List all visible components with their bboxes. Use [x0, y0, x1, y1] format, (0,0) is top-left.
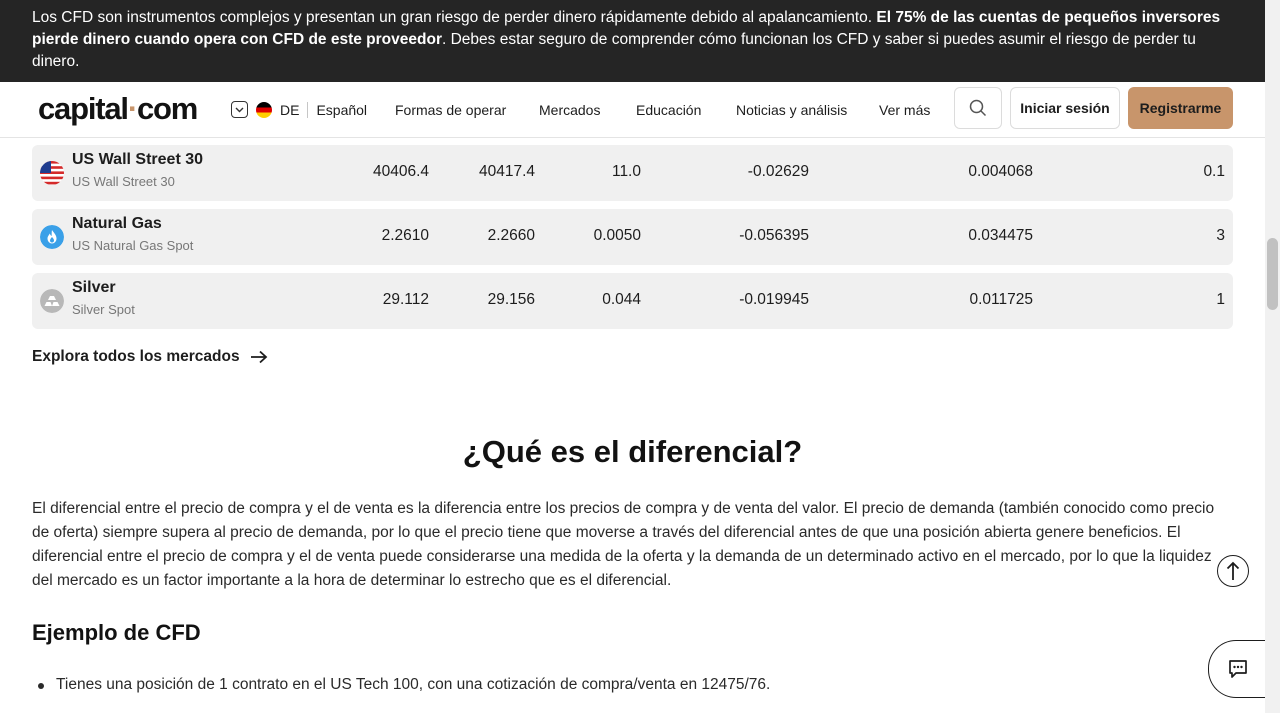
country-code: DE — [280, 101, 300, 118]
chat-icon — [1228, 660, 1247, 678]
silver-bars-icon — [40, 289, 64, 313]
search-icon — [969, 99, 987, 117]
search-button[interactable] — [954, 87, 1002, 129]
section-title: ¿Qué es el diferencial? — [462, 434, 803, 469]
chat-button[interactable] — [1208, 640, 1270, 698]
long-overnight-fee: -0.019945 — [739, 291, 809, 308]
nav-noticias-y-analisis[interactable]: Noticias y análisis — [736, 102, 847, 118]
site-header: capital·com DE Español Formas de operar … — [0, 82, 1265, 138]
short-overnight-fee: 0.004068 — [968, 163, 1033, 180]
logo-text-1: capital — [38, 91, 129, 126]
nav-educacion[interactable]: Educación — [636, 102, 701, 118]
scroll-to-top-button[interactable] — [1217, 555, 1249, 587]
capital-com-logo[interactable]: capital·com — [38, 91, 198, 127]
language-label: Español — [316, 101, 368, 118]
market-row[interactable]: Natural Gas US Natural Gas Spot 2.2610 2… — [32, 209, 1233, 265]
market-name: Natural Gas — [72, 215, 162, 232]
divider — [307, 101, 309, 118]
market-name: Silver — [72, 279, 116, 296]
register-button[interactable]: Registrarme — [1128, 87, 1233, 129]
market-row[interactable]: US Wall Street 30 US Wall Street 30 4040… — [32, 145, 1233, 201]
bullet-marker — [38, 683, 44, 689]
section-paragraph: El diferencial entre el precio de compra… — [32, 500, 1215, 589]
min-trade-size: 1 — [1216, 291, 1225, 308]
gas-flame-icon — [40, 225, 64, 249]
short-overnight-fee: 0.011725 — [969, 291, 1034, 308]
risk-text: Los CFD son instrumentos complejos y pre… — [32, 9, 877, 26]
market-subtitle: Silver Spot — [72, 302, 135, 317]
explore-label: Explora todos los mercados — [32, 348, 240, 365]
buy-price: 2.2660 — [487, 227, 535, 244]
login-button[interactable]: Iniciar sesión — [1010, 87, 1120, 129]
germany-flag-icon — [256, 101, 272, 118]
logo-text-2: com — [136, 91, 198, 126]
spread-value: 0.0050 — [593, 227, 641, 244]
min-trade-size: 0.1 — [1203, 163, 1225, 180]
spread-value: 11.0 — [611, 163, 641, 180]
market-subtitle: US Natural Gas Spot — [72, 238, 194, 253]
buy-price: 29.156 — [487, 291, 535, 308]
section-subtitle: Ejemplo de CFD — [32, 620, 201, 645]
us-flag-icon — [40, 161, 64, 185]
spread-value: 0.044 — [602, 291, 641, 308]
sell-price: 2.2610 — [381, 227, 429, 244]
min-trade-size: 3 — [1216, 227, 1225, 244]
risk-warning-banner: Los CFD son instrumentos complejos y pre… — [0, 0, 1265, 82]
market-subtitle: US Wall Street 30 — [72, 174, 175, 189]
sell-price: 40406.4 — [372, 163, 429, 180]
sell-price: 29.112 — [382, 291, 429, 308]
market-name: US Wall Street 30 — [72, 151, 204, 168]
list-item: Tienes una posición de 1 contrato en el … — [56, 676, 771, 693]
market-row[interactable]: Silver Silver Spot 29.112 29.156 0.044 -… — [32, 273, 1233, 329]
arrow-right-icon — [250, 350, 267, 364]
scrollbar-thumb[interactable] — [1267, 238, 1278, 310]
chevron-down-icon — [231, 101, 248, 118]
long-overnight-fee: -0.056395 — [739, 227, 809, 244]
arrow-up-icon — [1226, 561, 1240, 580]
explore-markets-link[interactable]: Explora todos los mercados — [32, 348, 268, 366]
scrollbar-track[interactable] — [1265, 0, 1280, 713]
nav-formas-de-operar[interactable]: Formas de operar — [395, 102, 506, 118]
short-overnight-fee: 0.034475 — [968, 227, 1033, 244]
nav-mercados[interactable]: Mercados — [539, 102, 600, 118]
nav-ver-mas[interactable]: Ver más — [879, 102, 930, 118]
logo-dot: · — [127, 91, 138, 126]
buy-price: 40417.4 — [478, 163, 535, 180]
language-selector[interactable]: DE Español — [231, 101, 367, 118]
long-overnight-fee: -0.02629 — [747, 163, 809, 180]
